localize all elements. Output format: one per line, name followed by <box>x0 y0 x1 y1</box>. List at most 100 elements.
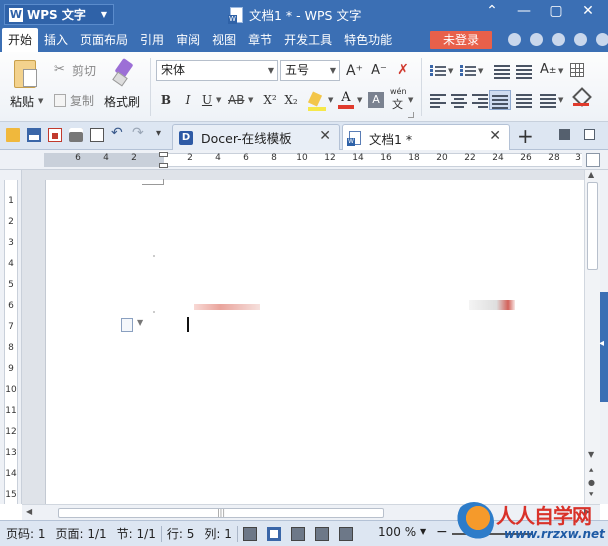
left-indent-handle[interactable] <box>159 163 168 168</box>
menu-insert[interactable]: 插入 <box>38 28 74 52</box>
numbering-dropdown-icon[interactable]: ▼ <box>478 67 483 75</box>
strikethrough-dropdown-icon[interactable]: ▼ <box>248 96 253 104</box>
undo-icon[interactable] <box>111 125 125 142</box>
bullet-list-icon[interactable] <box>430 64 446 78</box>
scroll-left-icon[interactable]: ◀ <box>26 507 32 516</box>
login-button[interactable]: 未登录 <box>430 31 492 49</box>
line-spacing-dropdown-icon[interactable]: ▼ <box>558 96 563 104</box>
phonetic-dropdown-icon[interactable]: ▼ <box>408 96 413 104</box>
close-button[interactable]: ✕ <box>578 3 598 19</box>
prev-page-icon[interactable]: ⯅ <box>588 466 594 476</box>
font-color-button[interactable]: A <box>338 91 354 109</box>
underline-button[interactable]: U <box>199 90 215 110</box>
align-left-icon[interactable] <box>430 93 446 108</box>
app-menu-button[interactable]: W WPS 文字 ▼ <box>4 4 114 25</box>
menu-page-layout[interactable]: 页面布局 <box>74 28 134 52</box>
menu-review[interactable]: 审阅 <box>170 28 206 52</box>
save-icon[interactable] <box>27 128 41 142</box>
superscript-button[interactable]: X² <box>262 90 278 110</box>
increase-indent-icon[interactable] <box>516 64 532 79</box>
print-icon[interactable] <box>69 128 83 142</box>
tab-list-icon[interactable] <box>559 129 570 140</box>
status-pages[interactable]: 页面: 1/1 <box>51 525 112 542</box>
format-painter-icon[interactable] <box>112 60 134 84</box>
refresh-icon[interactable] <box>530 33 543 46</box>
zoom-dropdown-icon[interactable]: ▼ <box>420 527 426 536</box>
skin-icon[interactable] <box>508 33 521 46</box>
customize-quick-access-icon[interactable] <box>153 128 167 142</box>
format-painter-label[interactable]: 格式刷 <box>104 93 140 110</box>
spellcheck-icon[interactable] <box>242 526 257 541</box>
scroll-down-icon[interactable]: ▼ <box>588 450 594 459</box>
open-folder-icon[interactable] <box>6 128 20 142</box>
close-icon[interactable]: ✕ <box>489 128 501 144</box>
highlight-icon[interactable] <box>308 92 326 111</box>
ruler-toggle-icon[interactable] <box>586 153 600 167</box>
strikethrough-button[interactable]: AB <box>228 90 244 110</box>
distribute-icon[interactable] <box>516 93 532 108</box>
menu-special[interactable]: 特色功能 <box>338 28 398 52</box>
font-name-select[interactable]: 宋体 ▼ <box>156 60 278 81</box>
zoom-out-icon[interactable]: − <box>436 524 448 540</box>
font-color-dropdown-icon[interactable]: ▼ <box>357 96 362 104</box>
bullet-dropdown-icon[interactable]: ▼ <box>448 67 453 75</box>
smart-tag-dropdown-icon[interactable]: ▼ <box>137 318 143 327</box>
text-transform-icon[interactable]: A± <box>540 60 556 80</box>
italic-button[interactable]: I <box>180 90 196 110</box>
shirt-icon[interactable] <box>552 33 565 46</box>
menu-home[interactable]: 开始 <box>2 28 39 52</box>
underline-dropdown-icon[interactable]: ▼ <box>216 96 221 104</box>
status-page-number[interactable]: 页码: 1 <box>0 525 51 542</box>
highlight-dropdown-icon[interactable]: ▼ <box>328 96 333 104</box>
line-spacing-icon[interactable] <box>540 93 556 108</box>
scroll-thumb[interactable] <box>587 182 598 270</box>
tab-docer-templates[interactable]: D Docer-在线模板 ✕ <box>172 124 340 150</box>
status-section[interactable]: 节: 1/1 <box>112 525 161 542</box>
menu-chapter[interactable]: 章节 <box>242 28 278 52</box>
subscript-button[interactable]: X₂ <box>283 90 299 110</box>
task-pane-toggle[interactable] <box>599 292 608 402</box>
menu-view[interactable]: 视图 <box>206 28 242 52</box>
reading-view-icon[interactable] <box>314 526 329 541</box>
indent-marker[interactable] <box>159 151 168 169</box>
select-browse-icon[interactable]: ● <box>588 478 595 487</box>
first-line-indent-handle[interactable] <box>159 152 168 157</box>
scroll-thumb[interactable]: ||| <box>58 508 384 518</box>
menu-references[interactable]: 引用 <box>134 28 170 52</box>
maximize-button[interactable]: ▢ <box>546 3 566 19</box>
table-icon[interactable] <box>570 63 584 77</box>
export-pdf-icon[interactable] <box>48 128 62 142</box>
menu-developer[interactable]: 开发工具 <box>278 28 338 52</box>
document-page[interactable]: ▼ <box>45 179 603 504</box>
web-view-icon[interactable] <box>338 526 353 541</box>
scroll-up-icon[interactable]: ▲ <box>588 170 594 179</box>
decrease-indent-icon[interactable] <box>494 64 510 79</box>
phonetic-guide-top[interactable]: wén <box>390 87 407 96</box>
help-icon[interactable] <box>574 33 587 46</box>
zoom-level[interactable]: 100 % <box>378 525 416 539</box>
font-size-select[interactable]: 五号 ▼ <box>280 60 340 81</box>
paste-label[interactable]: 粘贴 <box>10 93 34 110</box>
outline-view-icon[interactable] <box>290 526 305 541</box>
redo-icon[interactable] <box>132 125 146 142</box>
font-dialog-launcher-icon[interactable] <box>408 112 414 118</box>
close-icon[interactable]: ✕ <box>319 128 331 144</box>
bold-button[interactable]: B <box>158 90 174 110</box>
cut-button[interactable]: 剪切 <box>54 62 96 79</box>
grow-font-button[interactable]: A⁺ <box>346 61 363 81</box>
tab-window-icon[interactable] <box>584 129 595 140</box>
next-page-icon[interactable]: ⯆ <box>588 490 594 500</box>
align-center-icon[interactable] <box>451 93 467 108</box>
shrink-font-button[interactable]: A⁻ <box>371 61 387 81</box>
justify-button[interactable] <box>489 90 511 110</box>
tab-document1[interactable]: 文档1 * ✕ <box>342 124 510 151</box>
phonetic-guide-button[interactable]: 文 <box>392 96 403 112</box>
vertical-scrollbar[interactable]: ▲ ▼ ⯅ ● ⯆ <box>584 170 600 504</box>
char-shading-button[interactable]: A <box>368 92 384 108</box>
text-transform-dropdown-icon[interactable]: ▼ <box>558 67 563 75</box>
settings-icon[interactable] <box>596 33 608 46</box>
print-preview-icon[interactable] <box>90 128 104 142</box>
align-right-icon[interactable] <box>472 93 488 108</box>
paste-dropdown-icon[interactable]: ▼ <box>38 97 43 105</box>
clear-format-icon[interactable]: ✗ <box>395 60 411 80</box>
